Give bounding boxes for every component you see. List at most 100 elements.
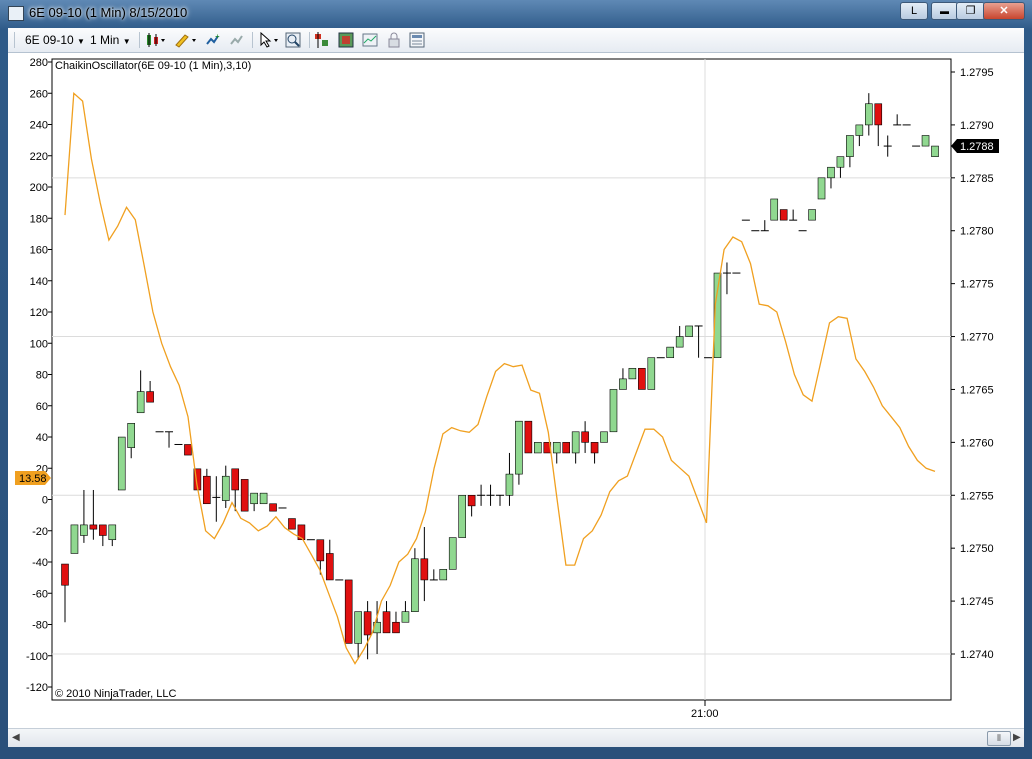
strategy-icon[interactable] [338, 32, 354, 48]
time-label: 21:00 [691, 708, 719, 720]
candle-body [89, 524, 98, 530]
l-button[interactable]: L [900, 2, 928, 20]
left-tick-label: 160 [30, 245, 48, 257]
indicator-value-text: 13.58 [19, 473, 47, 485]
separator [309, 32, 310, 48]
candle-body [99, 524, 107, 536]
candle-body [931, 145, 939, 157]
minimize-button[interactable]: ▬ [931, 2, 958, 20]
candle-body [855, 124, 864, 136]
candle-body [562, 442, 570, 454]
left-tick-label: -20 [32, 526, 48, 538]
chevron-down-icon: ▼ [77, 37, 85, 46]
candle-body [250, 492, 258, 505]
left-tick-label: 0 [42, 495, 48, 507]
left-tick-label: 120 [30, 307, 48, 319]
left-tick-label: 200 [30, 182, 48, 194]
lock-icon[interactable] [386, 32, 402, 48]
candle-body [827, 166, 835, 179]
interval-selector[interactable]: 1 Min ▼ [90, 31, 131, 49]
candle-body [638, 367, 646, 390]
candle-body [666, 346, 675, 359]
left-tick-label: -100 [26, 651, 48, 663]
properties-icon[interactable] [409, 32, 425, 48]
candle-body [363, 611, 372, 636]
instrument-selector[interactable]: 6E 09-10 ▼ [25, 31, 85, 49]
candle-body [571, 431, 580, 454]
chart-svg[interactable]: 280260240220200180160140120100806040200-… [8, 53, 1024, 728]
candle-body [628, 367, 637, 380]
candle-body [515, 420, 523, 475]
candle-body [382, 611, 391, 634]
left-tick-label: -40 [32, 557, 48, 569]
zoom-icon[interactable] [285, 32, 301, 48]
plot-frame [51, 58, 952, 701]
candle-body [127, 423, 135, 448]
pencil-draw-icon[interactable] [174, 32, 198, 48]
candle-body [401, 611, 410, 623]
left-tick-label: 180 [30, 213, 48, 225]
left-tick-label: -120 [26, 682, 48, 694]
instrument-label: 6E 09-10 [25, 33, 74, 47]
left-tick-label: 100 [30, 338, 48, 350]
candle-body [581, 431, 589, 443]
right-tick-label: 1.2755 [960, 490, 994, 502]
left-axis: 280260240220200180160140120100806040200-… [26, 57, 52, 694]
cursor-select-icon[interactable] [258, 32, 282, 48]
right-tick-label: 1.2785 [960, 173, 994, 185]
interval-label: 1 Min [90, 33, 120, 47]
right-axis: 1.2795 1.2790 1.2785 1.2780 1.2775 1.2770 1.27… [951, 67, 994, 661]
candle-body [439, 569, 448, 581]
left-tick-label: 220 [30, 151, 48, 163]
right-tick-label: 1.2795 [960, 67, 994, 79]
candle-body [458, 494, 466, 538]
candle-body [619, 378, 627, 390]
candle-body [600, 431, 608, 443]
candle-body [675, 336, 684, 348]
candle-body [817, 177, 826, 200]
remove-indicator-icon[interactable] [229, 32, 245, 48]
right-tick-label: 1.2775 [960, 279, 994, 291]
scroll-thumb[interactable]: ⦀ [987, 731, 1011, 746]
candle-body [609, 389, 618, 433]
candle-body [552, 442, 561, 454]
right-tick-label: 1.2780 [960, 226, 994, 238]
window-title: 6E 09-10 (1 Min) 8/15/2010 [29, 5, 188, 20]
chart-trader-icon[interactable] [362, 32, 378, 48]
close-button[interactable]: ✕ [983, 2, 1025, 20]
horizontal-scrollbar[interactable]: ◀ ⦀ ▶ [8, 728, 1024, 747]
app-chart-icon [8, 6, 24, 21]
separator [139, 32, 140, 48]
maximize-button[interactable]: ❐ [956, 2, 985, 20]
candle-body [354, 611, 362, 644]
candle-body [203, 475, 211, 505]
svg-text:+: + [215, 32, 220, 41]
left-tick-label: 260 [30, 88, 48, 100]
candle-body [865, 103, 873, 126]
indicator-label: ChaikinOscillator(6E 09-10 (1 Min),3,10) [55, 60, 251, 72]
data-series-icon[interactable] [314, 32, 330, 48]
candle-body [524, 420, 533, 454]
candle-body [467, 494, 476, 507]
chart-window: 6E 09-10 (1 Min) 8/15/2010 L ▬ ❐ ✕ 6E 09… [0, 0, 1032, 759]
candle-body [392, 621, 400, 634]
left-tick-label: -80 [32, 620, 48, 632]
candle-body [269, 503, 277, 512]
left-tick-label: 40 [36, 432, 48, 444]
chevron-down-icon: ▼ [122, 37, 131, 46]
candlestick-style-icon[interactable] [145, 32, 167, 48]
price-value-badge: 1.2788 [951, 139, 999, 153]
add-indicator-icon[interactable]: + [205, 32, 221, 48]
scroll-right-icon[interactable]: ▶ [1013, 732, 1021, 743]
candle-body [448, 537, 457, 570]
candle-body [70, 524, 79, 554]
candle-body [108, 524, 117, 541]
candle-body [411, 558, 419, 612]
candle-body [874, 103, 883, 126]
chart-area[interactable]: 280 260 240 220 200 180 160 140 120 100 80 60 40 20 0-… [8, 53, 1024, 728]
candle-body [80, 524, 88, 536]
title-bar[interactable]: 6E 09-10 (1 Min) 8/15/2010 L ▬ ❐ ✕ [0, 0, 1032, 26]
scroll-left-icon[interactable]: ◀ [12, 732, 20, 743]
candle-body [61, 563, 69, 586]
candle-body [325, 553, 334, 581]
